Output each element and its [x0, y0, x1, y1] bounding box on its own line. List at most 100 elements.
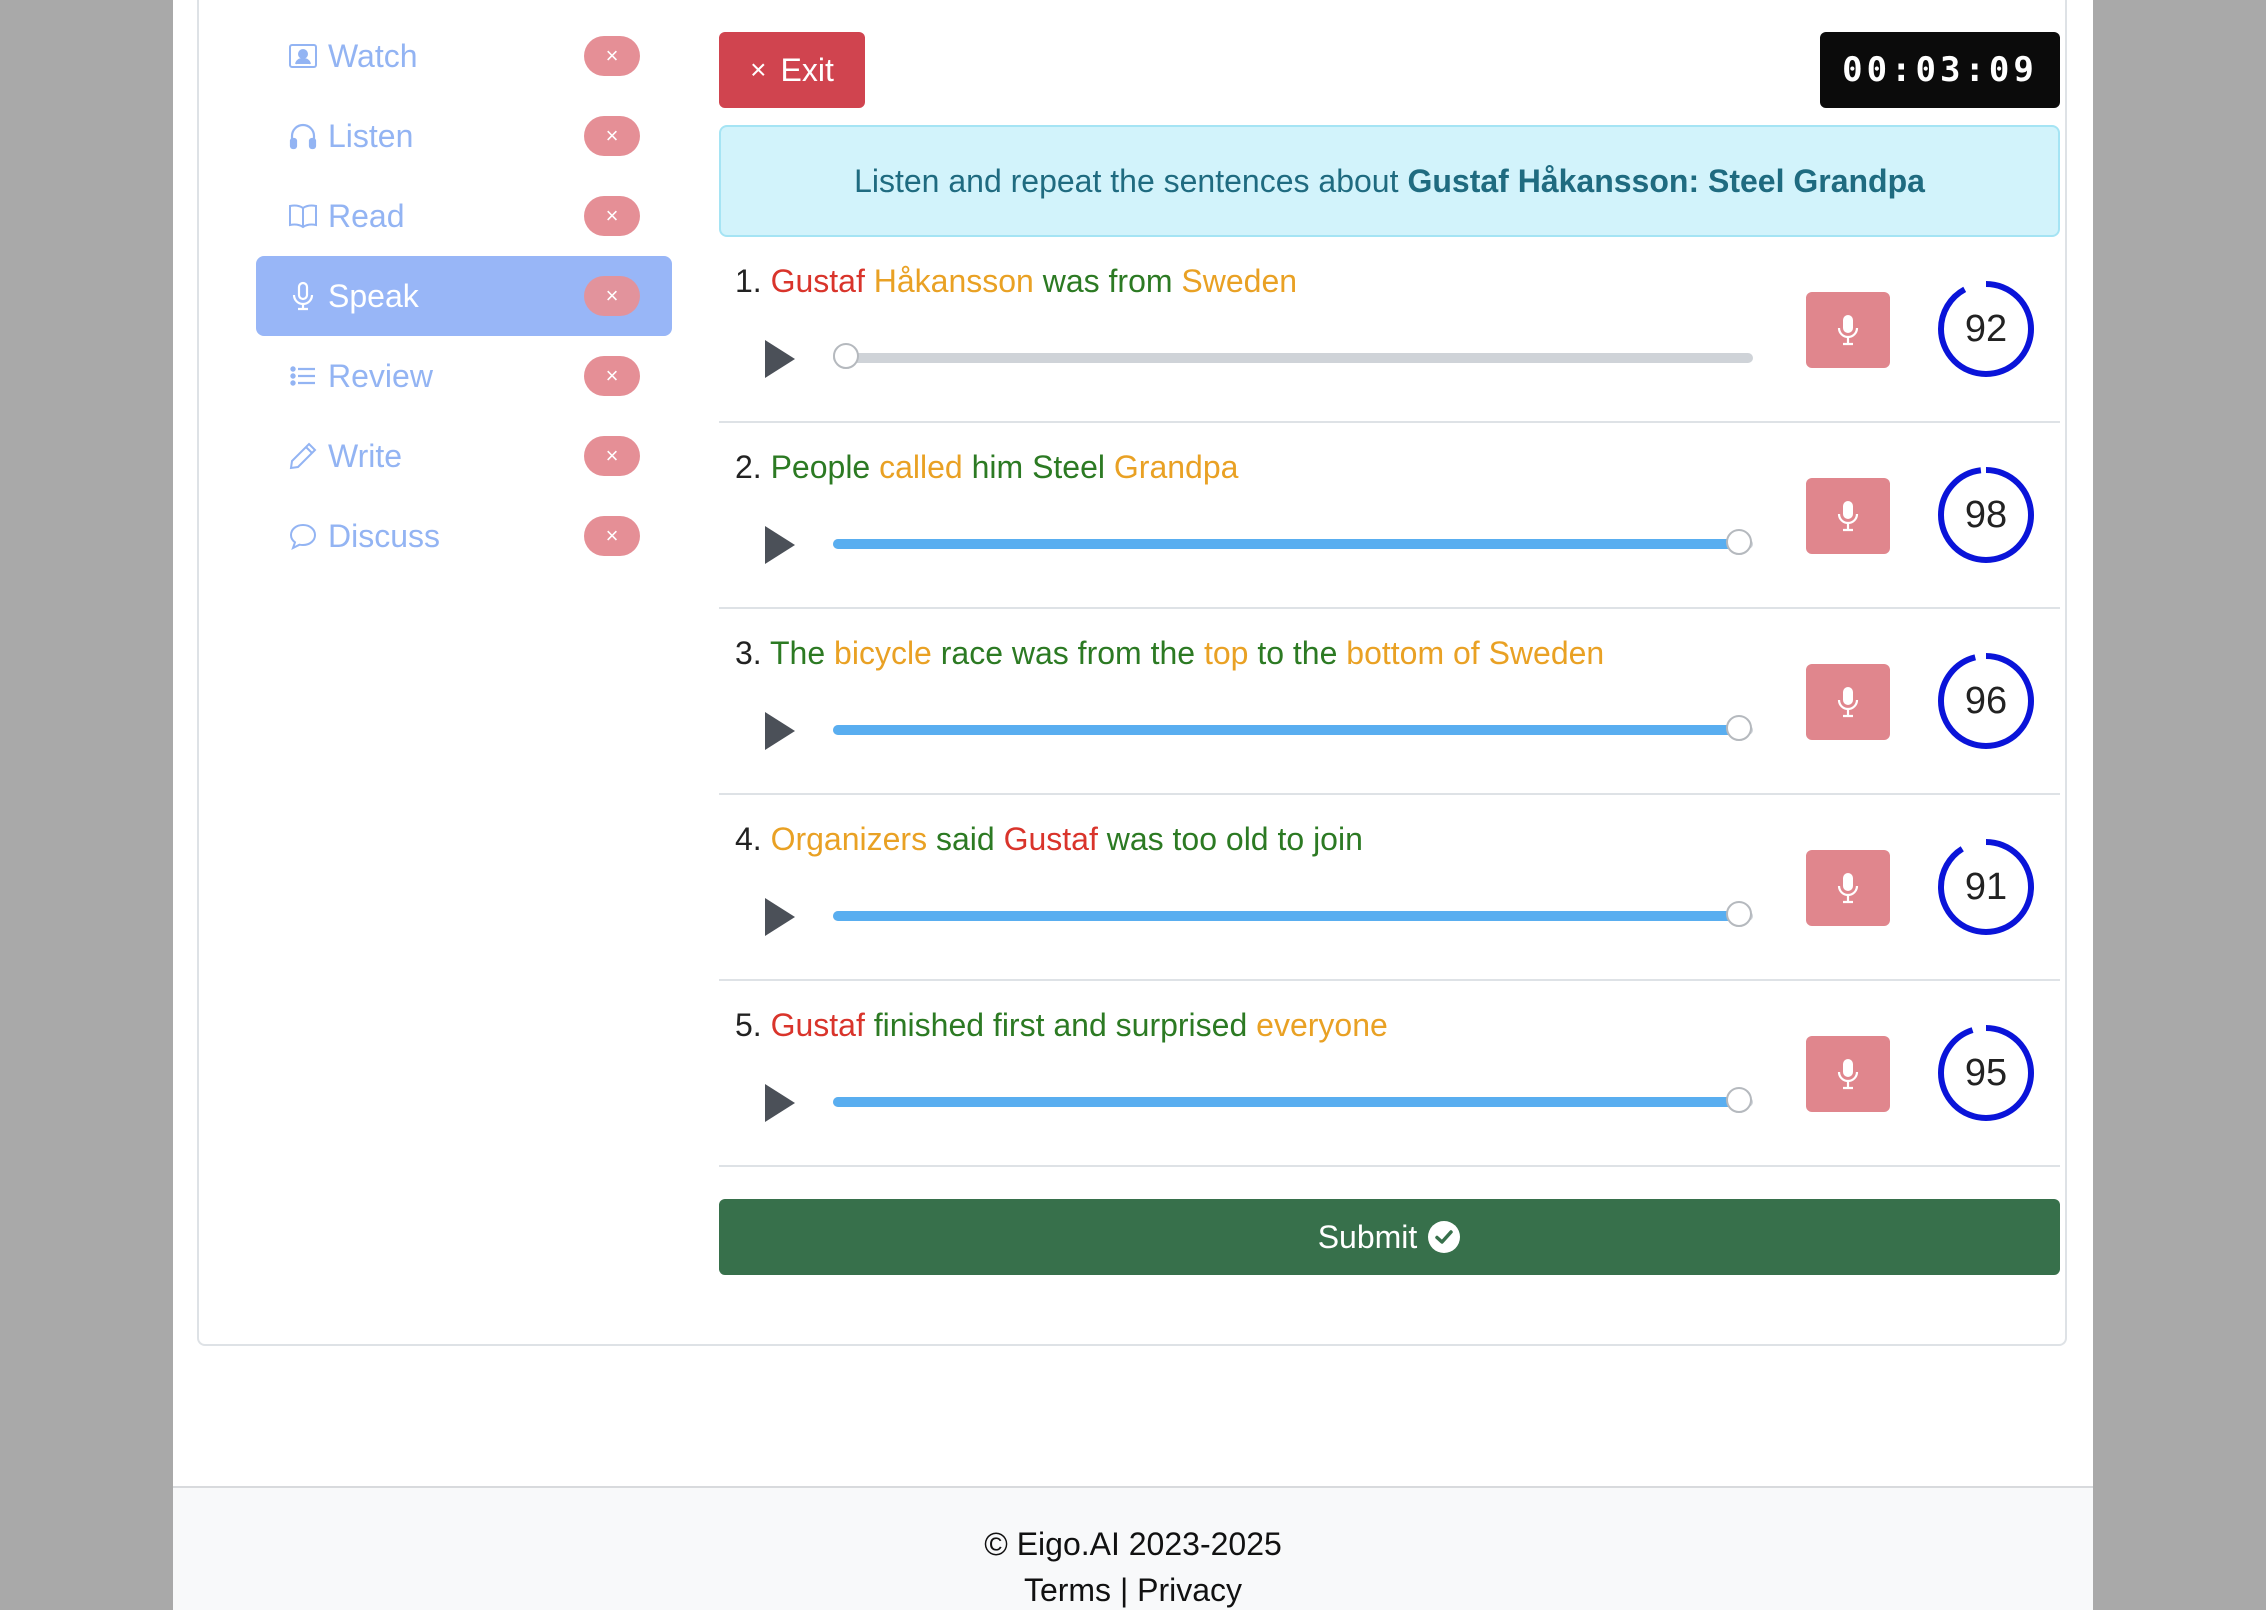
- pencil-icon: [286, 439, 320, 473]
- record-button[interactable]: [1806, 664, 1890, 740]
- close-badge[interactable]: ×: [584, 436, 640, 476]
- sentence-row: 3. The bicycle race was from the top to …: [719, 609, 2060, 795]
- sentence-word: Organizers: [770, 821, 928, 857]
- sentence-word: bottom: [1346, 635, 1445, 671]
- audio-slider-thumb[interactable]: [1726, 715, 1752, 741]
- sentence-word: Grandpa: [1113, 449, 1239, 485]
- close-badge[interactable]: ×: [584, 276, 640, 316]
- sentence-word: said: [935, 821, 995, 857]
- close-badge[interactable]: ×: [584, 196, 640, 236]
- sentence-word: of: [1452, 635, 1480, 671]
- sentence-word: him: [971, 449, 1024, 485]
- sidebar-item-label: Watch: [328, 37, 418, 74]
- submit-button[interactable]: Submit: [719, 1199, 2060, 1275]
- footer-separator: |: [1119, 1572, 1129, 1608]
- sidebar-item-label: Listen: [328, 117, 414, 154]
- sentence-word: the: [1292, 635, 1338, 671]
- audio-progress-slider[interactable]: [833, 715, 1753, 741]
- score-value: 92: [1964, 307, 2008, 350]
- instruction-banner: Listen and repeat the sentences about Gu…: [719, 125, 2060, 237]
- sentence-row: 2. People called him Steel Grandpa 98: [719, 423, 2060, 609]
- sidebar-item-label: Read: [328, 197, 405, 234]
- sidebar: Watch × Listen × Read × Speak × Review × Write × Dis…: [256, 16, 672, 576]
- play-icon[interactable]: [765, 1084, 795, 1122]
- sentence-word: Håkansson: [873, 263, 1034, 299]
- sidebar-item-label: Review: [328, 357, 433, 394]
- sentence-word: top: [1203, 635, 1249, 671]
- submit-label: Submit: [1317, 1218, 1418, 1255]
- sentence-word: People: [770, 449, 871, 485]
- sentence-word: Gustaf: [770, 263, 865, 299]
- sentence-word: too: [1172, 821, 1217, 857]
- sentence-number: 1.: [735, 263, 762, 299]
- score-value: 98: [1964, 493, 2008, 536]
- close-badge[interactable]: ×: [584, 356, 640, 396]
- record-button[interactable]: [1806, 850, 1890, 926]
- record-button[interactable]: [1806, 1036, 1890, 1112]
- sentence-row: 4. Organizers said Gustaf was too old to…: [719, 795, 2060, 981]
- sentence-text: 1. Gustaf Håkansson was from Sweden: [735, 263, 1297, 300]
- close-icon: ×: [750, 54, 767, 85]
- sentence-word: was: [1042, 263, 1100, 299]
- audio-slider-thumb[interactable]: [833, 343, 859, 369]
- close-badge[interactable]: ×: [584, 116, 640, 156]
- sidebar-item-listen[interactable]: Listen ×: [256, 96, 672, 176]
- instruction-text: Listen and repeat the sentences about: [854, 162, 1399, 199]
- footer: © Eigo.AI 2023-2025 Terms | Privacy: [173, 1486, 2093, 1610]
- sentence-text: 2. People called him Steel Grandpa: [735, 449, 1238, 486]
- sidebar-item-write[interactable]: Write ×: [256, 416, 672, 496]
- sidebar-item-label: Speak: [328, 277, 419, 314]
- sentence-text: 3. The bicycle race was from the top to …: [735, 635, 1604, 672]
- score-ring: 91: [1936, 837, 2036, 937]
- sentence-word: called: [879, 449, 963, 485]
- play-icon[interactable]: [765, 340, 795, 378]
- sentence-word: finished: [873, 1007, 985, 1043]
- main-panel: × Exit 00:03:09 Listen and repeat the se…: [719, 32, 2060, 1275]
- record-button[interactable]: [1806, 292, 1890, 368]
- sentence-word: surprised: [1115, 1007, 1248, 1043]
- person-video-icon: [286, 39, 320, 73]
- score-value: 95: [1964, 1051, 2008, 1094]
- sentence-word: join: [1313, 821, 1363, 857]
- sentence-word: everyone: [1256, 1007, 1388, 1043]
- sidebar-item-speak[interactable]: Speak ×: [256, 256, 672, 336]
- terms-link[interactable]: Terms: [1024, 1572, 1111, 1608]
- sentence-number: 3.: [735, 635, 762, 671]
- list-icon: [286, 359, 320, 393]
- sidebar-item-label: Discuss: [328, 517, 441, 554]
- copyright: © Eigo.AI 2023-2025: [984, 1526, 1282, 1562]
- score-ring: 92: [1936, 279, 2036, 379]
- privacy-link[interactable]: Privacy: [1137, 1572, 1242, 1608]
- audio-progress-slider[interactable]: [833, 1087, 1753, 1113]
- audio-progress-slider[interactable]: [833, 901, 1753, 927]
- audio-progress-slider[interactable]: [833, 343, 1753, 369]
- play-icon[interactable]: [765, 526, 795, 564]
- sentence-word: Steel: [1032, 449, 1105, 485]
- sentence-word: bicycle: [834, 635, 932, 671]
- sentence-word: Sweden: [1488, 635, 1605, 671]
- check-circle-icon: [1428, 1221, 1461, 1253]
- audio-progress-slider[interactable]: [833, 529, 1753, 555]
- sidebar-item-label: Write: [328, 437, 403, 474]
- sentence-list: 1. Gustaf Håkansson was from Sweden 92 2. …: [719, 237, 2060, 1167]
- microphone-icon: [1837, 687, 1859, 718]
- sidebar-item-review[interactable]: Review ×: [256, 336, 672, 416]
- record-button[interactable]: [1806, 478, 1890, 554]
- close-badge[interactable]: ×: [584, 36, 640, 76]
- sentence-word: from: [1077, 635, 1142, 671]
- play-icon[interactable]: [765, 712, 795, 750]
- sidebar-item-watch[interactable]: Watch ×: [256, 16, 672, 96]
- toolbar: × Exit 00:03:09: [719, 32, 2060, 108]
- play-icon[interactable]: [765, 898, 795, 936]
- instruction-topic: Gustaf Håkansson: Steel Grandpa: [1407, 162, 1925, 199]
- sentence-word: to: [1277, 821, 1305, 857]
- audio-slider-thumb[interactable]: [1726, 1087, 1752, 1113]
- audio-slider-thumb[interactable]: [1726, 529, 1752, 555]
- sidebar-item-discuss[interactable]: Discuss ×: [256, 496, 672, 576]
- close-badge[interactable]: ×: [584, 516, 640, 556]
- audio-slider-thumb[interactable]: [1726, 901, 1752, 927]
- exit-label: Exit: [780, 51, 834, 88]
- page: Watch × Listen × Read × Speak × Review × Write × Dis…: [173, 0, 2093, 1610]
- sidebar-item-read[interactable]: Read ×: [256, 176, 672, 256]
- exit-button[interactable]: × Exit: [719, 32, 865, 108]
